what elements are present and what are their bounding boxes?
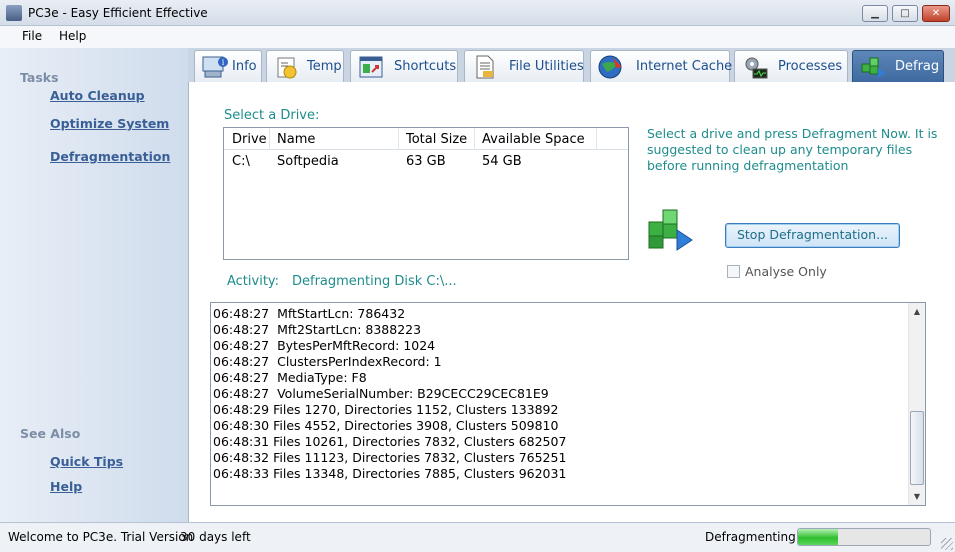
log-line: 06:48:27 BytesPerMftRecord: 1024 (213, 338, 436, 353)
activity-label: Activity: (227, 274, 280, 289)
temp-icon (277, 57, 297, 79)
log-line: 06:48:29 Files 1270, Directories 1152, C… (213, 402, 559, 417)
scroll-up-icon[interactable]: ▲ (909, 303, 925, 320)
shortcuts-icon (359, 56, 383, 78)
svg-text:i: i (222, 58, 225, 67)
defragmentation-link[interactable]: Defragmentation (50, 149, 170, 164)
drive-available-space: 54 GB (482, 154, 522, 169)
tasks-heading: Tasks (20, 70, 59, 85)
tab-shortcuts[interactable]: Shortcuts (350, 50, 458, 82)
tab-defrag[interactable]: Defrag (852, 50, 944, 82)
scroll-down-icon[interactable]: ▼ (909, 488, 925, 505)
column-total-size[interactable]: Total Size (406, 132, 467, 147)
column-divider (596, 128, 597, 150)
select-drive-label: Select a Drive: (224, 108, 320, 123)
tab-internet-cache[interactable]: Internet Cache (590, 50, 733, 82)
log-line: 06:48:30 Files 4552, Directories 3908, C… (213, 418, 559, 433)
log-line: 06:48:33 Files 13348, Directories 7885, … (213, 466, 567, 481)
menu-bar: File Help (0, 26, 955, 48)
log-lines: 06:48:27 MftStartLcn: 786432 06:48:27 Mft… (213, 306, 566, 482)
help-link[interactable]: Help (50, 479, 82, 494)
column-available-space[interactable]: Available Space (482, 132, 585, 147)
drive-row[interactable]: C:\ Softpedia 63 GB 54 GB (224, 152, 628, 172)
column-drive[interactable]: Drive (232, 132, 267, 147)
status-welcome-text: Welcome to PC3e. Trial Version (8, 530, 194, 544)
log-scrollbar[interactable]: ▲ ▼ (908, 303, 925, 505)
close-button[interactable]: ✕ (922, 5, 950, 22)
optimize-system-link[interactable]: Optimize System (50, 116, 169, 131)
tab-info-label: Info (232, 59, 257, 74)
menu-help[interactable]: Help (59, 29, 86, 43)
app-icon (6, 5, 22, 21)
tab-file-utilities[interactable]: File Utilities (464, 50, 584, 82)
activity-log[interactable]: 06:48:27 MftStartLcn: 786432 06:48:27 Mft… (210, 302, 926, 506)
log-line: 06:48:32 Files 11123, Directories 7832, … (213, 450, 567, 465)
column-divider (398, 128, 399, 150)
tab-processes[interactable]: Processes (734, 50, 848, 82)
info-icon: i (202, 56, 228, 78)
tab-temp[interactable]: Temp (266, 50, 344, 82)
checkbox-box[interactable] (727, 265, 740, 278)
tab-internet-cache-label: Internet Cache (636, 59, 733, 74)
status-trial-days: 30 days left (180, 530, 251, 544)
drive-letter: C:\ (232, 154, 250, 169)
analyse-only-label: Analyse Only (745, 264, 827, 279)
log-line: 06:48:27 VolumeSerialNumber: B29CECC29CE… (213, 386, 549, 401)
status-activity-text: Defragmenting... (705, 530, 808, 544)
task-pane: Tasks Auto Cleanup Optimize System Defra… (0, 48, 188, 522)
tab-info[interactable]: i Info (194, 50, 262, 82)
title-bar: PC3e - Easy Efficient Effective ▁ □ ✕ (0, 0, 955, 26)
tab-strip: i Info Temp Shortcuts File Utilities Int… (188, 48, 955, 82)
see-also-heading: See Also (20, 426, 81, 441)
window-title: PC3e - Easy Efficient Effective (28, 6, 208, 20)
log-line: 06:48:31 Files 10261, Directories 7832, … (213, 434, 567, 449)
log-line: 06:48:27 Mft2StartLcn: 8388223 (213, 322, 422, 337)
drive-total-size: 63 GB (406, 154, 446, 169)
stop-defragmentation-button[interactable]: Stop Defragmentation... (725, 223, 900, 248)
tab-temp-label: Temp (307, 59, 342, 74)
file-utilities-icon (476, 55, 494, 79)
status-bar: Welcome to PC3e. Trial Version 30 days l… (0, 522, 955, 552)
quick-tips-link[interactable]: Quick Tips (50, 454, 123, 469)
column-divider (474, 128, 475, 150)
log-line: 06:48:27 ClustersPerIndexRecord: 1 (213, 354, 442, 369)
progress-fill (798, 529, 838, 545)
activity-status: Defragmenting Disk C:\... (292, 274, 457, 289)
tab-file-utilities-label: File Utilities (509, 59, 584, 74)
tab-defrag-label: Defrag (895, 59, 940, 74)
defrag-panel: Select a Drive: Drive Name Total Size Av… (188, 82, 955, 522)
progress-bar (797, 528, 931, 546)
tab-processes-label: Processes (778, 59, 843, 74)
processes-icon (745, 57, 768, 79)
menu-file[interactable]: File (22, 29, 42, 43)
maximize-button[interactable]: □ (892, 5, 918, 22)
defrag-large-icon (648, 209, 693, 251)
drive-list-header: Drive Name Total Size Available Space (224, 128, 628, 150)
defrag-icon (861, 57, 885, 78)
log-line: 06:48:27 MediaType: F8 (213, 370, 367, 385)
minimize-button[interactable]: ▁ (862, 5, 888, 22)
scroll-thumb[interactable] (910, 411, 924, 485)
tab-shortcuts-label: Shortcuts (394, 59, 457, 74)
instruction-text: Select a drive and press Defragment Now.… (647, 126, 938, 173)
log-line: 06:48:27 MftStartLcn: 786432 (213, 306, 406, 321)
drive-name: Softpedia (277, 154, 339, 169)
column-name[interactable]: Name (277, 132, 315, 147)
column-divider (269, 128, 270, 150)
resize-grip-icon[interactable] (941, 538, 953, 550)
internet-cache-icon (598, 55, 622, 79)
auto-cleanup-link[interactable]: Auto Cleanup (50, 88, 145, 103)
drive-list[interactable]: Drive Name Total Size Available Space C:… (223, 127, 629, 260)
